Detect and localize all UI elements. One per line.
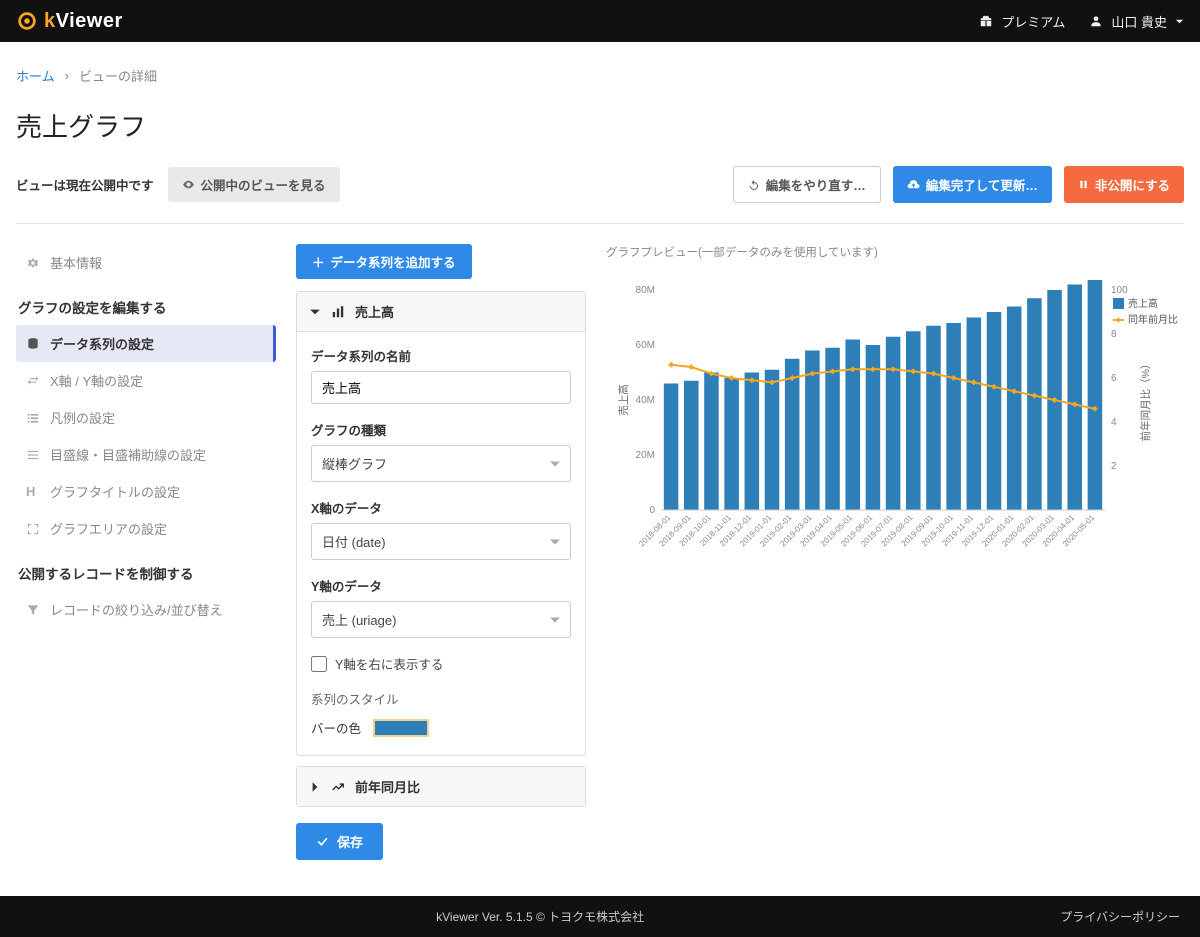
cloud-upload-icon [907,178,920,191]
eye-icon [16,10,38,32]
premium-link[interactable]: プレミアム [979,12,1065,31]
svg-text:8: 8 [1111,329,1117,340]
topbar: kViewer プレミアム 山口 貴史 [0,0,1200,42]
chart-type-label: グラフの種類 [311,420,571,439]
ydata-select[interactable]: 売上 (uriage) [311,601,571,638]
unpublish-button[interactable]: 非公開にする [1064,166,1184,203]
sidebar-item-area[interactable]: グラフエリアの設定 [16,510,276,547]
svg-text:同年前月比: 同年前月比 [1128,313,1178,326]
svg-text:2: 2 [1111,461,1117,472]
gear-icon [26,256,40,270]
premium-label: プレミアム [1001,12,1065,31]
breadcrumb-current: ビューの詳細 [79,66,157,85]
svg-text:20M: 20M [636,450,655,461]
action-bar: ビューは現在公開中です 公開中のビューを見る 編集をやり直す… 編集完了して更新… [16,166,1184,224]
chevron-down-icon [309,306,321,318]
svg-text:80M: 80M [636,285,655,296]
footer-version: kViewer Ver. 5.1.5 © トヨクモ株式会社 [20,908,1060,925]
svg-text:売上高: 売上高 [617,384,630,416]
heading-icon: H [26,484,40,499]
sidebar-heading-graph: グラフの設定を編集する [16,297,276,317]
expand-icon [26,522,40,536]
breadcrumb-home[interactable]: ホーム [16,66,55,85]
user-icon [1089,14,1103,28]
series-name-label: データ系列の名前 [311,346,571,365]
series-style-heading: 系列のスタイル [311,689,571,708]
publish-status: ビューは現在公開中です [16,175,154,194]
sidebar-heading-records: 公開するレコードを制御する [16,563,276,583]
footer-privacy-link[interactable]: プライバシーポリシー [1060,908,1180,925]
series-panel-sales: 売上高 データ系列の名前 グラフの種類 縦棒グラフ X軸のデータ 日付 (dat… [296,291,586,756]
line-chart-icon [331,780,345,794]
finish-update-button[interactable]: 編集完了して更新… [893,166,1052,203]
swap-icon [26,374,40,388]
footer: kViewer Ver. 5.1.5 © トヨクモ株式会社 プライバシーポリシー [0,896,1200,937]
user-menu[interactable]: 山口 貴史 [1089,12,1184,31]
xdata-select[interactable]: 日付 (date) [311,523,571,560]
check-icon [316,835,329,848]
bar-color-label: バーの色 [311,718,361,737]
logo-text: kViewer [44,10,123,33]
right-axis-checkbox-input[interactable] [311,656,327,672]
sidebar-item-title[interactable]: H グラフタイトルの設定 [16,473,276,510]
chart-preview: 020M40M60M80M2468100売上高前年同月比（%）2018-08-0… [606,280,1184,580]
plus-icon: ＋ [312,252,325,271]
bar-chart-icon [331,305,345,319]
sidebar-item-series[interactable]: データ系列の設定 [16,325,276,362]
list-icon [26,411,40,425]
add-series-button[interactable]: ＋ データ系列を追加する [296,244,472,279]
sidebar-item-legend[interactable]: 凡例の設定 [16,399,276,436]
sidebar-item-axes[interactable]: X軸 / Y軸の設定 [16,362,276,399]
sidebar-item-filter[interactable]: レコードの絞り込み/並び替え [16,591,276,628]
ydata-label: Y軸のデータ [311,576,571,595]
right-axis-checkbox[interactable]: Y軸を右に表示する [311,654,571,673]
svg-text:100: 100 [1111,285,1128,296]
sidebar-item-basic[interactable]: 基本情報 [16,244,276,281]
svg-text:6: 6 [1111,373,1117,384]
preview-caption: グラフプレビュー(一部データのみを使用しています) [606,244,1184,260]
sidebar: 基本情報 グラフの設定を編集する データ系列の設定 X軸 / Y軸の設定 凡例の… [16,244,276,860]
user-name: 山口 貴史 [1111,12,1167,31]
database-icon [26,337,40,351]
svg-text:60M: 60M [636,340,655,351]
view-public-button[interactable]: 公開中のビューを見る [168,167,340,202]
page-title: 売上グラフ [16,107,1184,144]
svg-text:前年同月比（%）: 前年同月比（%） [1139,359,1152,442]
eye-icon [182,178,195,191]
svg-text:40M: 40M [636,395,655,406]
sidebar-item-grid[interactable]: 目盛線・目盛補助線の設定 [16,436,276,473]
svg-text:0: 0 [649,505,655,516]
gift-icon [979,14,993,28]
bar-color-swatch[interactable] [373,719,429,737]
xdata-label: X軸のデータ [311,498,571,517]
undo-icon [748,179,760,191]
chevron-down-icon [1175,17,1184,26]
series-name-input[interactable] [311,371,571,404]
filter-icon [26,603,40,617]
svg-text:売上高: 売上高 [1128,297,1158,310]
breadcrumb-sep: › [65,68,69,83]
preview-column: グラフプレビュー(一部データのみを使用しています) 0 20M 40M 60M 80M 2… [606,244,1184,860]
redo-edit-button[interactable]: 編集をやり直す… [733,166,881,203]
list-icon [26,448,40,462]
series-panel-yoy: 前年同月比 [296,766,586,807]
save-button[interactable]: 保存 [296,823,383,860]
pause-icon [1078,179,1089,190]
series-panel-yoy-header[interactable]: 前年同月比 [297,767,585,806]
series-panel-header[interactable]: 売上高 [297,292,585,332]
config-column: ＋ データ系列を追加する 売上高 データ系列の名前 グラフの種類 [296,244,586,860]
breadcrumb: ホーム › ビューの詳細 [16,66,1184,85]
svg-text:4: 4 [1111,417,1117,428]
chart-type-select[interactable]: 縦棒グラフ [311,445,571,482]
chevron-right-icon [309,781,321,793]
logo[interactable]: kViewer [16,10,123,33]
